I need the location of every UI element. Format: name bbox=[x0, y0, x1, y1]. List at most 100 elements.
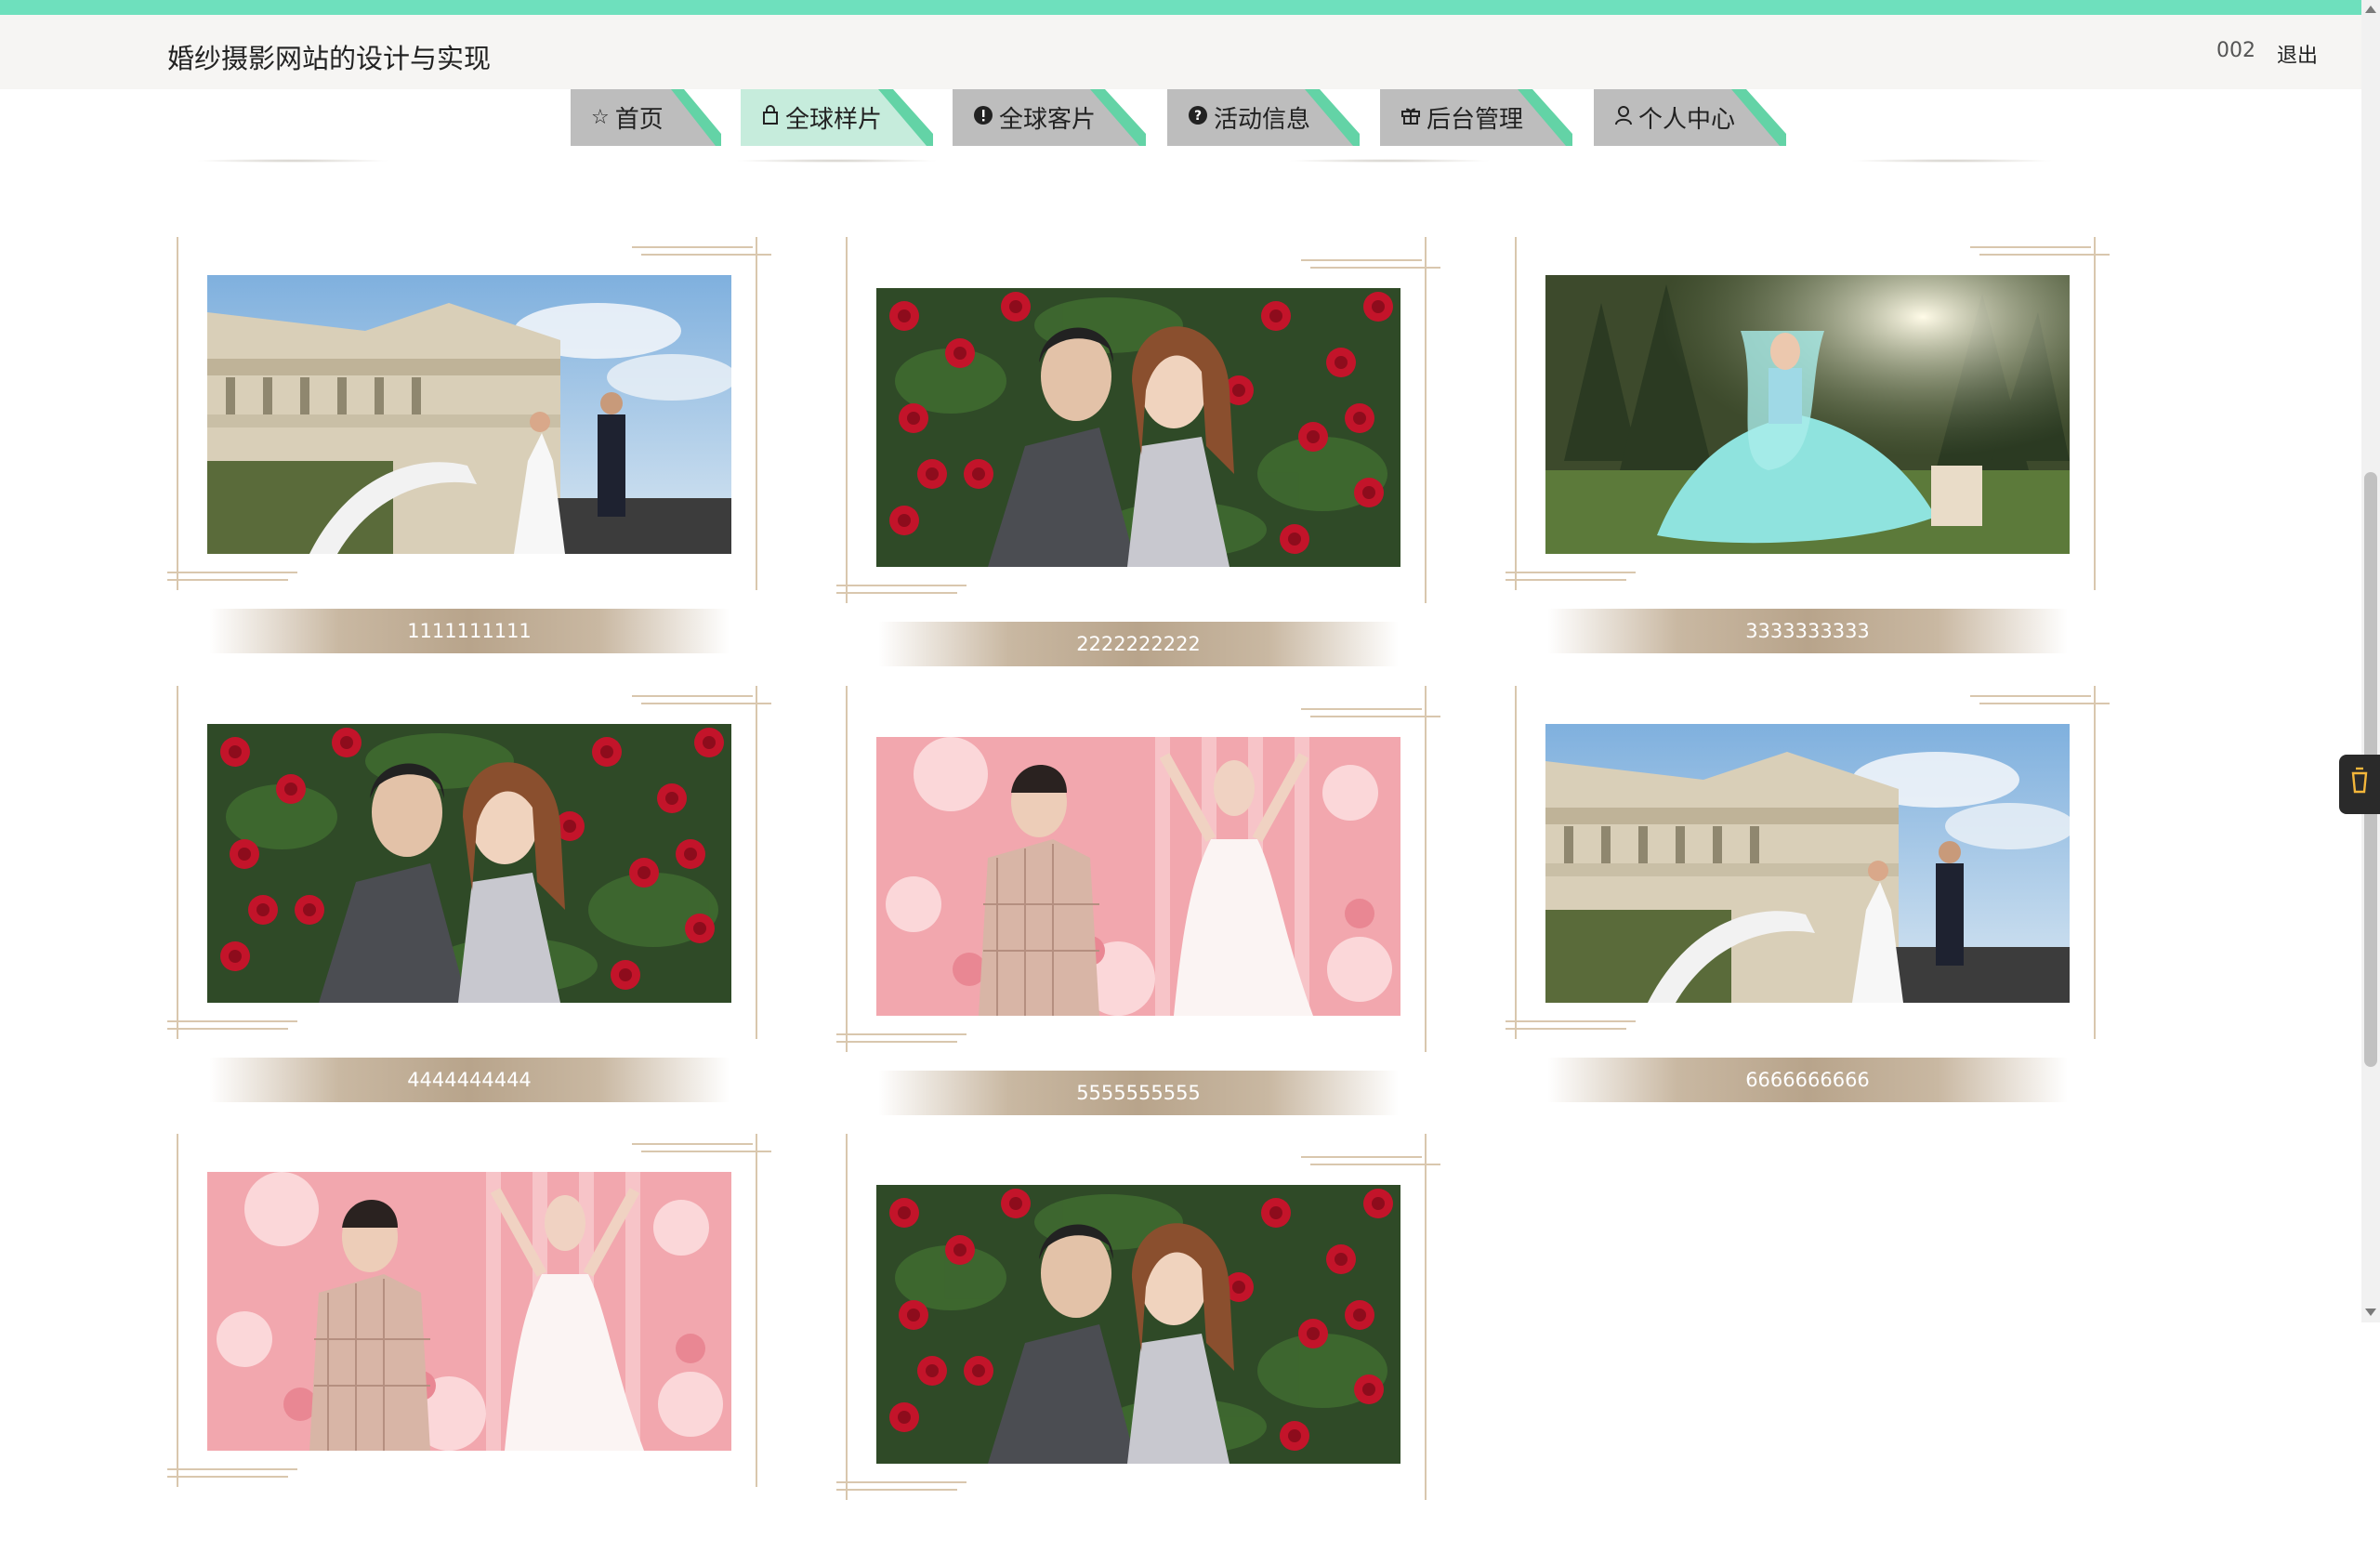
nav-tab-home[interactable]: ☆ 首页 bbox=[571, 89, 721, 146]
frame-decoration-line bbox=[2094, 237, 2096, 590]
top-accent-bar bbox=[0, 0, 2380, 15]
frame-decoration-line bbox=[167, 579, 288, 581]
frame-decoration-line bbox=[836, 1489, 957, 1491]
question-circle-icon: ? bbox=[1188, 105, 1208, 130]
svg-text:?: ? bbox=[1194, 109, 1202, 124]
gallery-card[interactable] bbox=[167, 1134, 809, 1552]
frame-decoration-line bbox=[167, 572, 297, 573]
user-icon bbox=[1614, 105, 1633, 130]
frame-decoration-line bbox=[1506, 1020, 1636, 1022]
gallery-photo[interactable] bbox=[207, 275, 731, 554]
gallery-photo[interactable] bbox=[876, 737, 1400, 1016]
gallery-card[interactable] bbox=[836, 1134, 1478, 1552]
frame-decoration-line bbox=[1506, 579, 1626, 581]
frame-decoration-line bbox=[1425, 237, 1427, 603]
nav-tab-admin[interactable]: 后台管理 bbox=[1380, 89, 1572, 146]
frame-decoration-line bbox=[167, 1476, 288, 1478]
gallery-caption[interactable]: 2222222222 bbox=[878, 622, 1399, 666]
frame-decoration-line bbox=[846, 1134, 848, 1500]
frame-decoration-line bbox=[177, 237, 178, 590]
frame-decoration-line bbox=[1301, 1156, 1422, 1158]
frame-decoration-line bbox=[632, 246, 753, 248]
frame-decoration-line bbox=[1970, 695, 2091, 697]
gallery-card[interactable]: 4444444444 bbox=[167, 686, 809, 1104]
gallery-card[interactable]: 3333333333 bbox=[1506, 237, 2147, 655]
nav-tab-profile[interactable]: 个人中心 bbox=[1594, 89, 1786, 146]
gallery-card[interactable]: 5555555555 bbox=[836, 686, 1478, 1115]
frame-decoration-line bbox=[641, 1151, 771, 1152]
frame-decoration-line bbox=[177, 686, 178, 1039]
frame-decoration-line bbox=[177, 1134, 178, 1487]
nav-divider-shadow bbox=[1287, 159, 1492, 163]
frame-decoration-line bbox=[1310, 716, 1440, 717]
side-float-widget[interactable] bbox=[2339, 755, 2380, 814]
star-icon: ☆ bbox=[591, 105, 610, 129]
frame-decoration-line bbox=[836, 1041, 957, 1043]
frame-decoration-line bbox=[167, 1468, 297, 1470]
frame-decoration-line bbox=[1515, 237, 1517, 590]
site-title: 婚纱摄影网站的设计与实现 bbox=[167, 43, 492, 74]
frame-decoration-line bbox=[846, 686, 848, 1052]
nav-tab-label: 全球样片 bbox=[785, 106, 883, 134]
logout-link[interactable]: 退出 bbox=[2277, 39, 2318, 69]
nav-divider-shadow bbox=[1849, 159, 2054, 163]
nav-divider-shadow bbox=[195, 159, 390, 163]
gallery-caption[interactable]: 6666666666 bbox=[1547, 1058, 2068, 1102]
frame-decoration-line bbox=[1979, 703, 2110, 704]
frame-decoration-line bbox=[836, 592, 957, 594]
frame-decoration-line bbox=[1301, 708, 1422, 710]
gallery-photo[interactable] bbox=[1545, 275, 2070, 554]
frame-decoration-line bbox=[1506, 1028, 1626, 1030]
nav-divider-shadow bbox=[734, 159, 939, 163]
gallery-photo[interactable] bbox=[876, 1185, 1400, 1464]
frame-decoration-line bbox=[836, 585, 966, 586]
exclamation-circle-icon bbox=[973, 105, 993, 130]
frame-decoration-line bbox=[1515, 686, 1517, 1039]
frame-decoration-line bbox=[167, 1028, 288, 1030]
nav-tab-label: 后台管理 bbox=[1427, 106, 1524, 134]
page-scrollbar[interactable] bbox=[2361, 0, 2380, 1322]
nav-tab-events[interactable]: ? 活动信息 bbox=[1167, 89, 1360, 146]
gallery-caption[interactable]: 5555555555 bbox=[878, 1071, 1399, 1115]
gallery-photo[interactable] bbox=[207, 1172, 731, 1451]
frame-decoration-line bbox=[836, 1481, 966, 1483]
frame-decoration-line bbox=[1301, 259, 1422, 261]
gift-icon bbox=[1400, 105, 1421, 130]
scroll-down-arrow[interactable] bbox=[2365, 1309, 2376, 1316]
gallery-photo[interactable] bbox=[207, 724, 731, 1003]
gallery-caption[interactable]: 4444444444 bbox=[209, 1058, 730, 1102]
frame-decoration-line bbox=[167, 1020, 297, 1022]
frame-decoration-line bbox=[1506, 572, 1636, 573]
frame-decoration-line bbox=[1310, 267, 1440, 269]
gallery-card[interactable]: 6666666666 bbox=[1506, 686, 2147, 1104]
scroll-up-arrow[interactable] bbox=[2365, 6, 2376, 13]
current-user-name[interactable]: 002 bbox=[2216, 39, 2255, 62]
nav-tab-global-samples[interactable]: 全球样片 bbox=[741, 89, 933, 146]
frame-decoration-line bbox=[756, 686, 757, 1039]
nav-tab-label: 活动信息 bbox=[1214, 106, 1311, 134]
nav-tab-label: 全球客片 bbox=[999, 106, 1097, 134]
bag-icon bbox=[761, 105, 780, 130]
gallery-card[interactable]: 1111111111 bbox=[167, 237, 809, 655]
frame-decoration-line bbox=[836, 1033, 966, 1035]
gallery-card[interactable]: 2222222222 bbox=[836, 237, 1478, 666]
frame-decoration-line bbox=[1425, 1134, 1427, 1500]
frame-decoration-line bbox=[641, 254, 771, 256]
cup-icon bbox=[2349, 766, 2370, 803]
site-header: 婚纱摄影网站的设计与实现 002 退出 bbox=[0, 15, 2361, 89]
frame-decoration-line bbox=[756, 237, 757, 590]
frame-decoration-line bbox=[1970, 246, 2091, 248]
frame-decoration-line bbox=[632, 695, 753, 697]
frame-decoration-line bbox=[632, 1143, 753, 1145]
frame-decoration-line bbox=[1979, 254, 2110, 256]
gallery-photo[interactable] bbox=[1545, 724, 2070, 1003]
nav-tab-label: 个人中心 bbox=[1638, 106, 1736, 134]
frame-decoration-line bbox=[1310, 1164, 1440, 1165]
gallery-photo[interactable] bbox=[876, 288, 1400, 567]
nav-tab-global-clients[interactable]: 全球客片 bbox=[953, 89, 1146, 146]
nav-tab-label: 首页 bbox=[614, 106, 664, 134]
frame-decoration-line bbox=[756, 1134, 757, 1487]
gallery-caption[interactable]: 3333333333 bbox=[1547, 609, 2068, 653]
frame-decoration-line bbox=[2094, 686, 2096, 1039]
gallery-caption[interactable]: 1111111111 bbox=[209, 609, 730, 653]
